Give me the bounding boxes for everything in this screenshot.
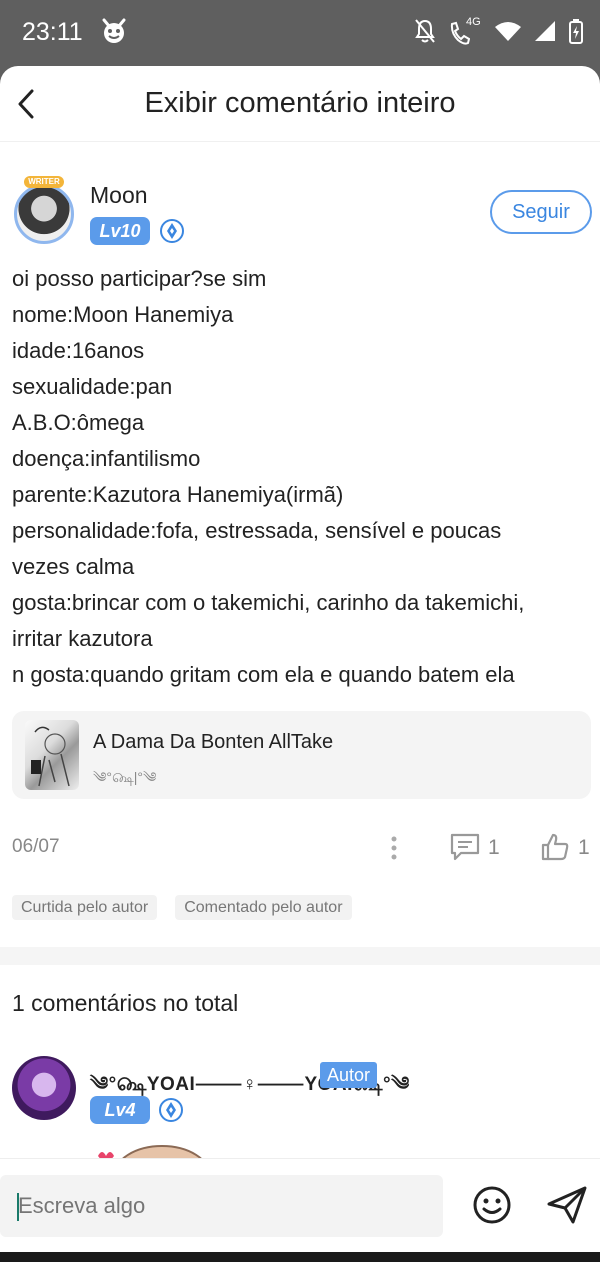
author-badge: Autor xyxy=(320,1062,378,1088)
comment-detail-sheet: Exibir comentário inteiro WRITER Moon Lv… xyxy=(0,66,600,1252)
total-comments-label: 1 comentários no total xyxy=(12,990,239,1016)
follow-button[interactable]: Seguir xyxy=(490,190,592,234)
linked-post-card[interactable]: A Dama Da Bonten AllTake ༄°௸|°༄ xyxy=(12,711,591,799)
like-icon[interactable] xyxy=(540,832,570,862)
tag-liked-by-author: Curtida pelo autor xyxy=(12,895,158,920)
status-icons: 4G xyxy=(414,16,584,45)
mute-icon xyxy=(415,19,435,43)
like-count: 1 xyxy=(578,836,590,859)
comment-line: A.B.O:ômega xyxy=(12,410,145,435)
signal-icon xyxy=(535,21,555,41)
comment-line: gosta:brincar com o takemichi, carinho d… xyxy=(12,590,525,615)
navbar: Exibir comentário inteiro xyxy=(0,66,600,142)
comment-count: 1 xyxy=(488,836,500,859)
comment-input[interactable] xyxy=(0,1175,443,1237)
call-4g-icon: 4G xyxy=(448,16,482,45)
comment-date: 06/07 xyxy=(12,836,60,857)
comment-line: parente:Kazutora Hanemiya(irmã) xyxy=(12,482,344,507)
comment-line: oi posso participar?se sim xyxy=(12,266,267,291)
avatar[interactable]: WRITER xyxy=(8,176,80,250)
comment-line: vezes calma xyxy=(12,554,135,579)
emoji-icon[interactable] xyxy=(472,1185,512,1225)
post-subtitle: ༄°௸|°༄ xyxy=(93,769,157,785)
wifi-icon xyxy=(495,22,521,41)
reply-item: ༄°௸YOAI⸻♀⸻YOAI௸°༄ Autor Lv4 xyxy=(12,1056,592,1176)
more-options-icon[interactable] xyxy=(386,834,402,862)
text-cursor xyxy=(17,1193,19,1221)
comment-line: doença:infantilismo xyxy=(12,446,201,471)
comment-tags: Curtida pelo autor Comentado pelo autor xyxy=(12,895,352,920)
verified-icon xyxy=(160,219,184,243)
network-label: 4G xyxy=(466,16,481,28)
comment-body: oi posso participar?se sim nome:Moon Han… xyxy=(12,261,592,693)
verified-icon xyxy=(159,1098,183,1122)
tag-commented-by-author: Comentado pelo autor xyxy=(175,895,352,920)
status-bar: 23:11 4G xyxy=(0,0,600,66)
comment-meta-row: 06/07 1 1 xyxy=(0,828,600,868)
avatar-image xyxy=(14,184,74,244)
comment-line: nome:Moon Hanemiya xyxy=(12,302,234,327)
page-title: Exibir comentário inteiro xyxy=(144,87,456,119)
comment-line: personalidade:fofa, estressada, sensível… xyxy=(12,518,502,543)
comment-icon[interactable] xyxy=(449,832,481,862)
status-time: 23:11 xyxy=(22,18,83,46)
comment-header: WRITER Moon Lv10 Seguir xyxy=(8,176,592,250)
reply-avatar[interactable] xyxy=(12,1056,76,1120)
system-nav-strip xyxy=(0,1252,600,1262)
comment-line: irritar kazutora xyxy=(12,626,153,651)
section-divider xyxy=(0,947,600,965)
comment-line: idade:16anos xyxy=(12,338,145,363)
post-title: A Dama Da Bonten AllTake xyxy=(93,731,334,753)
comment-line: n gosta:quando gritam com ela e quando b… xyxy=(12,662,515,687)
comment-line: sexualidade:pan xyxy=(12,374,173,399)
comment-author-name[interactable]: Moon xyxy=(90,182,148,209)
devil-emoji-icon xyxy=(102,18,126,43)
comment-input-bar xyxy=(0,1158,600,1252)
send-icon[interactable] xyxy=(546,1185,588,1225)
battery-icon xyxy=(569,19,583,44)
level-badge: Lv10 xyxy=(90,217,150,245)
post-thumbnail xyxy=(25,720,79,790)
reply-level-badge: Lv4 xyxy=(90,1096,150,1124)
avatar-frame-badge: WRITER xyxy=(24,176,64,188)
